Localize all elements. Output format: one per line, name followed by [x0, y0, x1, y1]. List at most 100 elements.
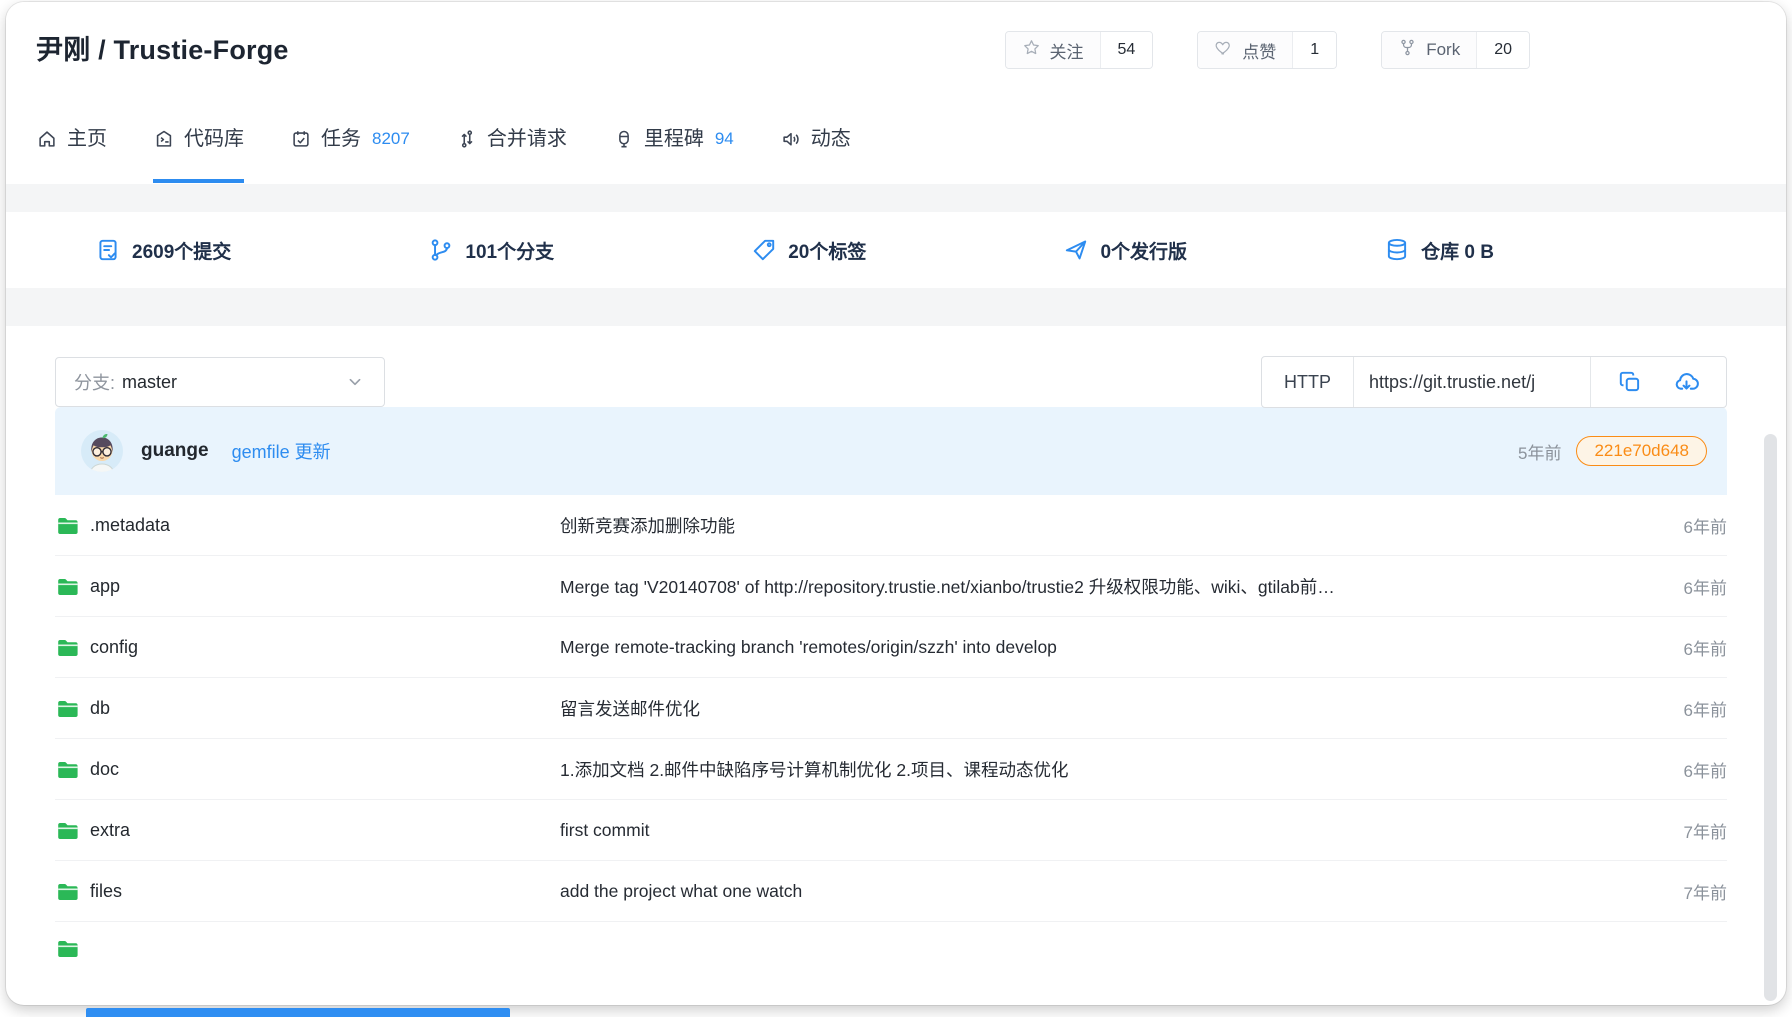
tab-milestones[interactable]: 里程碑 94: [613, 124, 734, 183]
fork-label: Fork: [1426, 40, 1460, 60]
commit-sha-badge[interactable]: 221e70d648: [1576, 436, 1707, 466]
folder-icon: [55, 513, 79, 537]
watch-count: 54: [1100, 32, 1153, 68]
star-icon: [1022, 38, 1041, 62]
protocol-select[interactable]: HTTP: [1262, 357, 1353, 407]
watch-label: 关注: [1050, 38, 1084, 63]
file-commit-time: 7年前: [1684, 818, 1727, 843]
file-list: .metadata 创新竞赛添加删除功能 6年前 app Merge tag '…: [55, 495, 1727, 983]
folder-icon: [55, 696, 79, 720]
file-commit-time: 6年前: [1684, 757, 1727, 782]
praise-label: 点赞: [1242, 38, 1276, 63]
fork-count: 20: [1476, 32, 1529, 68]
tab-bar: 主页 代码库 任务 8207 合并请求 里程碑 94 动态: [36, 124, 851, 183]
tab-code-repository[interactable]: 代码库: [153, 124, 244, 183]
page-title: 尹刚 / Trustie-Forge: [36, 28, 289, 67]
file-name: files: [90, 881, 122, 902]
commit-message-link[interactable]: gemfile 更新: [232, 438, 331, 464]
folder-icon: [55, 635, 79, 659]
stat-tags[interactable]: 20个标签: [751, 237, 866, 264]
file-commit-message: 1.添加文档 2.邮件中缺陷序号计算机制优化 2.项目、课程动态优化: [560, 757, 1654, 782]
file-commit-message: Merge remote-tracking branch 'remotes/or…: [560, 637, 1654, 658]
file-commit-message: 留言发送邮件优化: [560, 696, 1654, 721]
file-row-files[interactable]: files add the project what one watch 7年前: [55, 861, 1727, 922]
section-divider-band: [6, 288, 1786, 326]
file-commit-message: first commit: [560, 820, 1654, 841]
clone-url-group: HTTP https://git.trustie.net/j: [1261, 356, 1727, 408]
clone-url-input[interactable]: https://git.trustie.net/j: [1353, 357, 1591, 407]
browser-window: 尹刚 / Trustie-Forge 关注 54 点赞 1 Fork: [6, 2, 1786, 1005]
repo-actions: 关注 54 点赞 1 Fork 20: [1005, 31, 1531, 69]
repo-stats-bar: 2609个提交 101个分支 20个标签 0个发行版 仓库 0 B: [30, 212, 1752, 288]
folder-icon: [55, 574, 79, 598]
praise-button[interactable]: 点赞 1: [1197, 31, 1337, 69]
repo-toolbar: 分支: master HTTP https://git.trustie.net/…: [30, 326, 1752, 407]
milestone-icon: [613, 128, 635, 150]
branch-value: master: [122, 372, 177, 393]
file-name: doc: [90, 759, 119, 780]
tag-icon: [751, 237, 777, 263]
stat-commits[interactable]: 2609个提交: [95, 237, 231, 264]
avatar[interactable]: [80, 429, 124, 473]
file-name: db: [90, 698, 110, 719]
file-row-app[interactable]: app Merge tag 'V20140708' of http://repo…: [55, 556, 1727, 617]
stat-branches[interactable]: 101个分支: [428, 237, 554, 264]
cloud-download-icon[interactable]: [1673, 369, 1700, 396]
repo-header: 尹刚 / Trustie-Forge 关注 54 点赞 1 Fork: [6, 2, 1786, 184]
commit-time: 5年前: [1518, 439, 1561, 464]
code-repo-icon: [153, 128, 175, 150]
file-row-doc[interactable]: doc 1.添加文档 2.邮件中缺陷序号计算机制优化 2.项目、课程动态优化 6…: [55, 739, 1727, 800]
paper-plane-icon: [1063, 237, 1089, 263]
bottom-blue-strip: [86, 1008, 510, 1017]
tasks-count: 8207: [372, 124, 410, 154]
file-row-metadata[interactable]: .metadata 创新竞赛添加删除功能 6年前: [55, 495, 1727, 556]
folder-icon: [55, 879, 79, 903]
fork-button[interactable]: Fork 20: [1381, 31, 1530, 69]
repository-panel: 分支: master HTTP https://git.trustie.net/…: [30, 326, 1752, 1005]
chevron-down-icon: [344, 371, 366, 393]
folder-icon: [55, 818, 79, 842]
file-row-config[interactable]: config Merge remote-tracking branch 'rem…: [55, 617, 1727, 678]
folder-icon: [55, 757, 79, 781]
section-divider-band: [6, 184, 1786, 212]
file-commit-time: 6年前: [1684, 574, 1727, 599]
branch-selector[interactable]: 分支: master: [55, 357, 385, 407]
file-commit-time: 6年前: [1684, 513, 1727, 538]
branch-icon: [428, 237, 454, 263]
stat-releases[interactable]: 0个发行版: [1063, 237, 1187, 264]
file-name: extra: [90, 820, 130, 841]
file-name: config: [90, 637, 138, 658]
stat-repo-size[interactable]: 仓库 0 B: [1384, 237, 1494, 264]
tab-activity[interactable]: 动态: [780, 124, 851, 183]
file-commit-message: Merge tag 'V20140708' of http://reposito…: [560, 574, 1654, 599]
commits-icon: [95, 237, 121, 263]
tab-merge-requests[interactable]: 合并请求: [456, 124, 567, 183]
file-commit-message: add the project what one watch: [560, 881, 1654, 902]
tab-tasks[interactable]: 任务 8207: [290, 124, 410, 183]
merge-request-icon: [456, 128, 478, 150]
file-commit-message: 创新竞赛添加删除功能: [560, 513, 1654, 538]
task-calendar-icon: [290, 128, 312, 150]
latest-commit-bar: guange gemfile 更新 5年前 221e70d648: [55, 407, 1727, 495]
file-commit-time: 6年前: [1684, 696, 1727, 721]
file-row-partial[interactable]: [55, 922, 1727, 983]
branch-label: 分支:: [74, 369, 115, 395]
file-commit-time: 7年前: [1684, 879, 1727, 904]
tab-home[interactable]: 主页: [36, 124, 107, 183]
speaker-icon: [780, 128, 802, 150]
file-row-db[interactable]: db 留言发送邮件优化 6年前: [55, 678, 1727, 739]
milestones-count: 94: [715, 124, 734, 154]
fork-icon: [1398, 38, 1417, 62]
copy-icon[interactable]: [1617, 369, 1643, 395]
watch-button[interactable]: 关注 54: [1005, 31, 1154, 69]
file-commit-time: 6年前: [1684, 635, 1727, 660]
home-icon: [36, 128, 58, 150]
scrollbar[interactable]: [1764, 434, 1777, 1001]
praise-count: 1: [1292, 32, 1336, 68]
heart-icon: [1214, 38, 1233, 62]
commit-author[interactable]: guange: [141, 440, 209, 462]
file-row-extra[interactable]: extra first commit 7年前: [55, 800, 1727, 861]
file-name: app: [90, 576, 120, 597]
database-icon: [1384, 237, 1410, 263]
file-name: .metadata: [90, 515, 170, 536]
